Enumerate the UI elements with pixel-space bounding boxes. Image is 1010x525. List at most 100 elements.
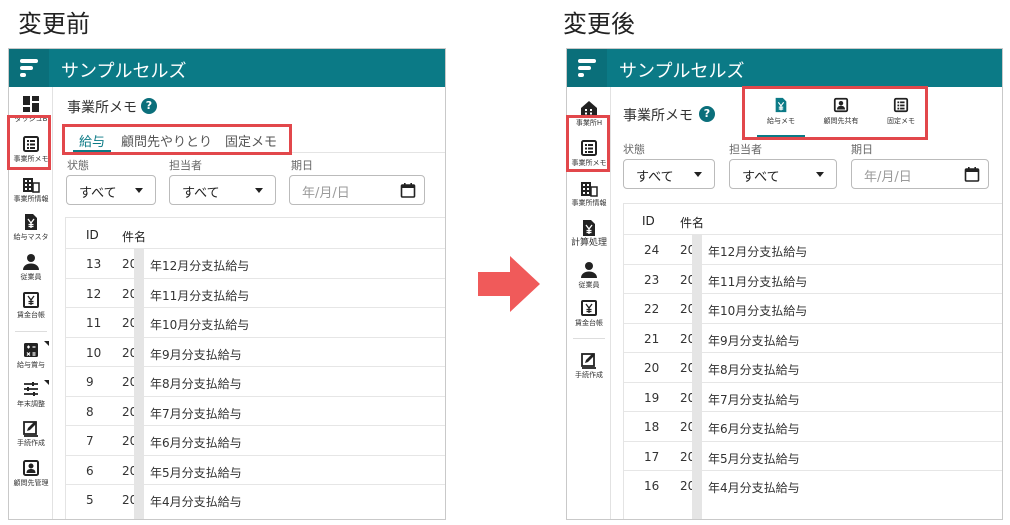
page-title: 事業所メモ: [67, 100, 137, 116]
status-select[interactable]: すべて: [623, 159, 715, 189]
row-subject[interactable]: 年11月分支払給与: [708, 273, 807, 290]
table-row[interactable]: 12 20 年11月分支払給与: [66, 277, 445, 308]
dashboard-icon: [23, 96, 39, 112]
table-row[interactable]: 19 20 年7月分支払給与: [624, 381, 1002, 412]
column-header-id: ID: [86, 228, 99, 242]
table-row[interactable]: 18 20 年6月分支払給与: [624, 411, 1002, 441]
row-id: 17: [644, 449, 660, 464]
row-subject[interactable]: 年12月分支払給与: [708, 243, 807, 260]
table-row[interactable]: 10 20 年9月分支払給与: [66, 336, 445, 367]
sidebar-item-year-end[interactable]: 年末調整: [9, 380, 53, 409]
row-subject[interactable]: 年4月分支払給与: [708, 479, 800, 496]
row-id: 7: [86, 434, 94, 448]
building-icon: [581, 182, 598, 197]
row-id: 21: [644, 331, 660, 346]
table-row[interactable]: 5 20 年4月分支払給与: [66, 484, 445, 514]
calendar-icon[interactable]: [400, 182, 416, 198]
row-subject[interactable]: 年10月分支払給与: [150, 316, 249, 333]
arrow-right-icon: [478, 256, 540, 312]
ledger-icon: [581, 300, 597, 316]
sidebar-item-calculation[interactable]: 計算処理: [567, 219, 611, 248]
date-input-placeholder: 年/月/日: [302, 186, 350, 201]
row-id: 23: [644, 272, 660, 287]
sidebar-item-payroll-master[interactable]: 給与マスタ: [9, 213, 53, 242]
table-row[interactable]: 13 20 年12月分支払給与: [66, 248, 445, 278]
chevron-down-icon: [135, 188, 143, 193]
sidebar-item-office-info[interactable]: 事業所情報: [567, 179, 611, 208]
row-id: 5: [86, 493, 94, 507]
row-subject[interactable]: 年11月分支払給与: [150, 287, 249, 304]
row-subject[interactable]: 年8月分支払給与: [708, 361, 800, 378]
table-row[interactable]: 21 20 年9月分支払給与: [624, 322, 1002, 353]
sidebar-item-procedure[interactable]: 手続作成: [9, 419, 53, 448]
table-row[interactable]: 20 20 年8月分支払給与: [624, 352, 1002, 382]
assignee-filter-label: 担当者: [169, 159, 202, 172]
assignee-select[interactable]: すべて: [169, 175, 276, 205]
highlight-sidebar-before: [7, 115, 51, 170]
table-row[interactable]: 23 20 年11月分支払給与: [624, 263, 1002, 294]
row-subject[interactable]: 年6月分支払給与: [150, 434, 242, 451]
row-subject[interactable]: 年4月分支払給与: [150, 493, 242, 510]
calendar-icon[interactable]: [964, 166, 980, 182]
row-subject[interactable]: 年7月分支払給与: [150, 405, 242, 422]
app-logo[interactable]: [567, 49, 607, 87]
sidebar-item-label: 従業員: [20, 273, 42, 281]
sidebar-item-wage-ledger[interactable]: 賃金台帳: [9, 291, 53, 320]
sidebar-item-label: 給与マスタ: [13, 233, 49, 241]
before-panel: サンプルセルズ ダッシュB 事業所メモ 事業所情報 給与マスタ 従業員 賃金台帳: [8, 48, 446, 520]
sidebar-item-label: 従業員: [578, 281, 600, 289]
table-row[interactable]: 11 20 年10月分支払給与: [66, 307, 445, 337]
table-row[interactable]: 17 20 年5月分支払給与: [624, 440, 1002, 471]
sidebar-item-office-info[interactable]: 事業所情報: [9, 175, 53, 204]
table-row[interactable]: 24 20 年12月分支払給与: [624, 234, 1002, 264]
edit-doc-icon: [581, 353, 596, 369]
table-row[interactable]: 9 20 年8月分支払給与: [66, 366, 445, 396]
help-icon[interactable]: ?: [699, 106, 715, 122]
date-input[interactable]: 年/月/日: [851, 159, 989, 189]
row-subject[interactable]: 年8月分支払給与: [150, 375, 242, 392]
row-subject[interactable]: 年10月分支払給与: [708, 302, 807, 319]
sidebar-item-client-management[interactable]: 顧問先管理: [9, 459, 53, 488]
row-subject[interactable]: 年9月分支払給与: [708, 332, 800, 349]
table-row[interactable]: 8 20 年7月分支払給与: [66, 395, 445, 426]
caption-before: 変更前: [18, 10, 90, 38]
table-row[interactable]: 7 20 年6月分支払給与: [66, 425, 445, 455]
row-subject[interactable]: 年12月分支払給与: [150, 257, 249, 274]
column-header-id: ID: [642, 214, 655, 228]
sidebar-item-label: 年末調整: [17, 400, 45, 408]
edit-doc-icon: [23, 421, 38, 437]
assignee-select[interactable]: すべて: [729, 159, 837, 189]
chevron-down-icon: [816, 172, 824, 177]
chevron-down-icon: [694, 172, 702, 177]
row-id: 22: [644, 302, 660, 316]
memo-table: ID 件名 24 20 年12月分支払給与 23 20 年11月分支払給与 22 20 年10月…: [623, 203, 1002, 519]
help-icon[interactable]: ?: [141, 98, 157, 114]
logo-icon: [20, 59, 38, 77]
column-header-subject: 件名: [122, 230, 147, 244]
top-bar: サンプルセルズ: [567, 49, 1002, 87]
date-input[interactable]: 年/月/日: [289, 175, 425, 205]
row-subject[interactable]: 年6月分支払給与: [708, 420, 800, 437]
status-select[interactable]: すべて: [66, 175, 156, 205]
assignee-filter-label: 担当者: [729, 143, 762, 156]
row-subject[interactable]: 年9月分支払給与: [150, 346, 242, 363]
sidebar-item-salary-bonus[interactable]: 給与賞与: [9, 341, 53, 370]
row-subject[interactable]: 年5月分支払給与: [150, 464, 242, 481]
row-subject[interactable]: 年7月分支払給与: [708, 391, 800, 408]
sidebar-item-employees[interactable]: 従業員: [9, 253, 53, 282]
sidebar-item-procedure[interactable]: 手続作成: [567, 351, 611, 380]
row-subject[interactable]: 年5月分支払給与: [708, 450, 800, 467]
table-row[interactable]: 16 20 年4月分支払給与: [624, 470, 1002, 500]
table-row[interactable]: 22 20 年10月分支払給与: [624, 293, 1002, 323]
caption-after: 変更後: [563, 10, 635, 38]
row-id: 6: [86, 463, 94, 478]
highlight-sidebar-after: [566, 115, 610, 172]
row-id: 16: [644, 479, 660, 493]
sidebar-item-wage-ledger[interactable]: 賃金台帳: [567, 299, 611, 328]
person-icon: [23, 254, 39, 270]
highlight-tabs-after: [742, 86, 928, 140]
app-logo[interactable]: [9, 49, 49, 87]
table-row[interactable]: 6 20 年5月分支払給与: [66, 454, 445, 485]
sidebar-item-label: 事業所情報: [13, 195, 49, 203]
sidebar-item-employees[interactable]: 従業員: [567, 261, 611, 290]
